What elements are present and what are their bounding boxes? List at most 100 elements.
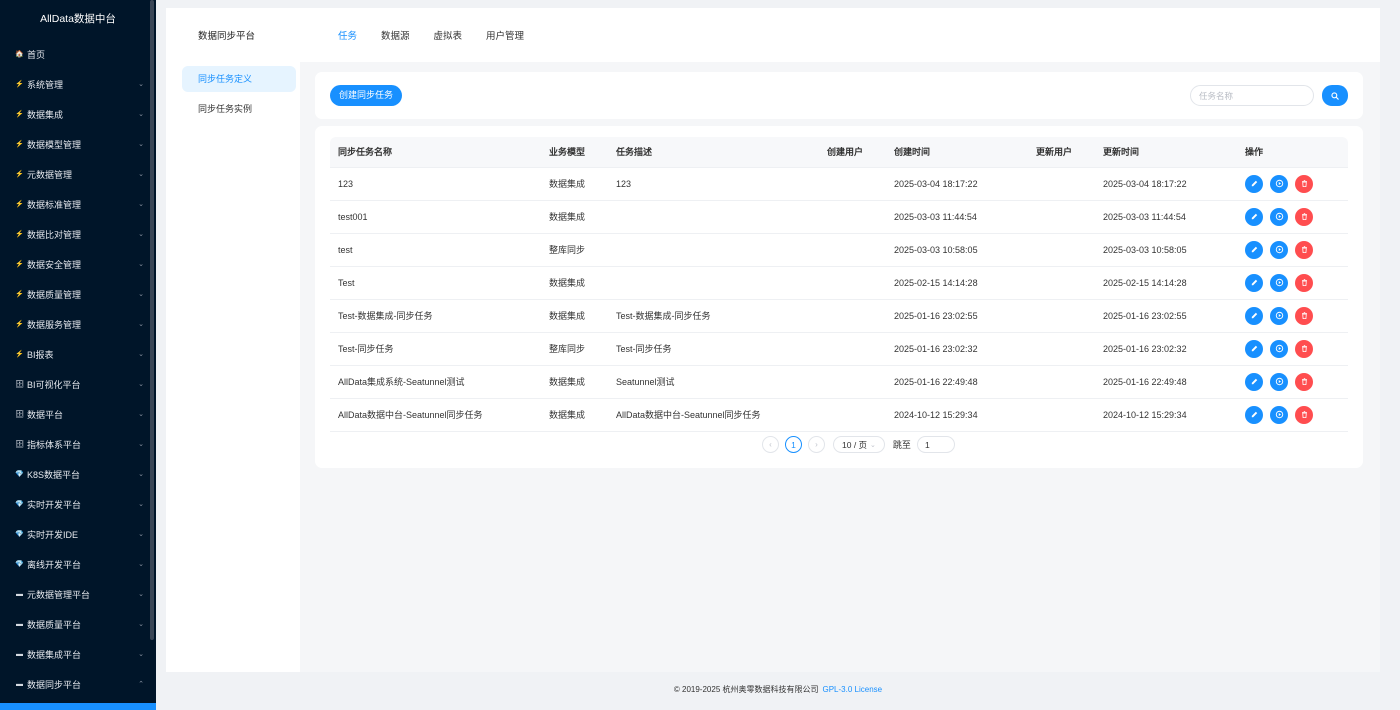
edit-button[interactable] xyxy=(1245,339,1263,358)
cell-creator xyxy=(819,167,886,201)
sidebar-item-15[interactable]: 💎 实时开发平台 ⌄ xyxy=(0,489,156,519)
cell-model: 数据集成 xyxy=(541,266,608,300)
sidebar-item-7[interactable]: ⚡ 数据安全管理 ⌄ xyxy=(0,249,156,279)
sidebar-item-19[interactable]: ▬ 数据质量平台 ⌄ xyxy=(0,609,156,639)
run-button[interactable] xyxy=(1270,405,1288,424)
run-button[interactable] xyxy=(1270,174,1288,193)
sidebar-item-5[interactable]: ⚡ 数据标准管理 ⌄ xyxy=(0,189,156,219)
sidebar-item-3[interactable]: ⚡ 数据模型管理 ⌄ xyxy=(0,129,156,159)
sidebar-item-21[interactable]: ▬ 数据同步平台 ⌃ xyxy=(0,669,156,699)
sidebar-item-14[interactable]: 💎 K8S数据平台 ⌄ xyxy=(0,459,156,489)
play-circle-icon xyxy=(1275,179,1283,188)
menu-icon: 💎 xyxy=(15,471,24,478)
page-size-select[interactable]: 10 / 页 ⌄ xyxy=(833,436,885,453)
edit-button[interactable] xyxy=(1245,372,1263,391)
edit-icon xyxy=(1251,180,1257,187)
cell-actions xyxy=(1237,398,1348,432)
run-button[interactable] xyxy=(1270,273,1288,292)
sidebar-item-6[interactable]: ⚡ 数据比对管理 ⌄ xyxy=(0,219,156,249)
task-name-search-input[interactable] xyxy=(1190,85,1314,106)
sidebar-item-13[interactable]: 🗄 指标体系平台 ⌄ xyxy=(0,429,156,459)
cell-creator xyxy=(819,299,886,333)
menu-icon: 🗄 xyxy=(15,411,24,418)
delete-button[interactable] xyxy=(1295,240,1313,259)
create-task-button[interactable]: 创建同步任务 xyxy=(330,85,403,106)
run-button[interactable] xyxy=(1270,339,1288,358)
delete-button[interactable] xyxy=(1295,174,1313,193)
cell-created: 2025-02-15 14:14:28 xyxy=(886,266,1028,300)
top-strip xyxy=(156,0,1400,8)
tab-3[interactable]: 用户管理 xyxy=(486,28,524,42)
edit-button[interactable] xyxy=(1245,240,1263,259)
search-button[interactable] xyxy=(1322,85,1348,106)
cell-model: 数据集成 xyxy=(541,299,608,333)
cell-desc xyxy=(608,266,819,300)
run-button[interactable] xyxy=(1270,240,1288,259)
edit-button[interactable] xyxy=(1245,405,1263,424)
footer-copyright: © 2019-2025 杭州奥零数据科技有限公司 xyxy=(673,685,819,694)
cell-name: test001 xyxy=(330,200,541,234)
jump-page-input[interactable] xyxy=(916,436,955,453)
menu-icon: ⚡ xyxy=(15,231,24,238)
run-button[interactable] xyxy=(1270,372,1288,391)
run-button[interactable] xyxy=(1270,207,1288,226)
cell-name: AllData数据中台-Seatunnel同步任务 xyxy=(330,398,541,432)
table-row: test 整库同步 2025-03-03 10:58:05 2025-03-03 10… xyxy=(330,233,1348,267)
delete-button[interactable] xyxy=(1295,405,1313,424)
row-actions xyxy=(1245,273,1348,292)
sidebar-item-11[interactable]: 🗄 BI可视化平台 ⌄ xyxy=(0,369,156,399)
cell-updated: 2025-02-15 14:14:28 xyxy=(1095,266,1237,300)
sidebar-item-16[interactable]: 💎 实时开发IDE ⌄ xyxy=(0,519,156,549)
chevron-down-icon: ⌄ xyxy=(870,441,876,449)
edit-button[interactable] xyxy=(1245,306,1263,325)
tab-2[interactable]: 虚拟表 xyxy=(434,28,463,42)
cell-model: 数据集成 xyxy=(541,200,608,234)
sidebar-item-12[interactable]: 🗄 数据平台 ⌄ xyxy=(0,399,156,429)
tab-0[interactable]: 任务 xyxy=(338,28,357,42)
delete-button[interactable] xyxy=(1295,273,1313,292)
sidebar-scrollbar[interactable] xyxy=(150,0,154,640)
sidebar-item-20[interactable]: ▬ 数据集成平台 ⌄ xyxy=(0,639,156,669)
next-page-button[interactable]: › xyxy=(808,436,825,453)
license-link[interactable]: GPL-3.0 License xyxy=(823,685,883,694)
sidebar-item-0[interactable]: 🏠 首页 xyxy=(0,39,156,69)
delete-button[interactable] xyxy=(1295,339,1313,358)
edit-icon xyxy=(1251,246,1257,253)
sidebar-item-8[interactable]: ⚡ 数据质量管理 ⌄ xyxy=(0,279,156,309)
cell-actions xyxy=(1237,167,1348,201)
page-number-button[interactable]: 1 xyxy=(785,436,802,453)
sidebar-item-10[interactable]: ⚡ BI报表 ⌄ xyxy=(0,339,156,369)
edit-button[interactable] xyxy=(1245,273,1263,292)
prev-page-button[interactable]: ‹ xyxy=(762,436,779,453)
trash-icon xyxy=(1301,213,1307,221)
chevron-icon: ⌄ xyxy=(138,471,144,478)
run-button[interactable] xyxy=(1270,306,1288,325)
sidebar-item-2[interactable]: ⚡ 数据集成 ⌄ xyxy=(0,99,156,129)
sidebar-item-9[interactable]: ⚡ 数据服务管理 ⌄ xyxy=(0,309,156,339)
menu-icon: ⚡ xyxy=(15,291,24,298)
submenu-item-1[interactable]: 同步任务实例 xyxy=(182,96,296,122)
delete-button[interactable] xyxy=(1295,207,1313,226)
edit-icon xyxy=(1251,411,1257,418)
search-card: 创建同步任务 xyxy=(315,72,1363,119)
sidebar-item-18[interactable]: ▬ 元数据管理平台 ⌄ xyxy=(0,579,156,609)
delete-button[interactable] xyxy=(1295,306,1313,325)
sidebar-item-17[interactable]: 💎 离线开发平台 ⌄ xyxy=(0,549,156,579)
sidebar-item-1[interactable]: ⚡ 系统管理 ⌄ xyxy=(0,69,156,99)
delete-button[interactable] xyxy=(1295,372,1313,391)
table-row: test001 数据集成 2025-03-03 11:44:54 2025-03-03… xyxy=(330,200,1348,234)
trash-icon xyxy=(1301,378,1307,386)
edit-button[interactable] xyxy=(1245,207,1263,226)
main-content: 创建同步任务 同步任务名称业务模型任务描述创建用户创建时间更新用户更新时间操作 … xyxy=(300,62,1380,672)
chevron-icon: ⌄ xyxy=(138,111,144,118)
edit-button[interactable] xyxy=(1245,174,1263,193)
play-circle-icon xyxy=(1275,311,1283,320)
tab-1[interactable]: 数据源 xyxy=(381,28,410,42)
sidebar-item-label: K8S数据平台 xyxy=(27,469,81,480)
submenu-item-0[interactable]: 同步任务定义 xyxy=(182,66,296,92)
cell-updater xyxy=(1028,299,1095,333)
sidebar-item-label: 数据模型管理 xyxy=(27,139,82,150)
sidebar-item-4[interactable]: ⚡ 元数据管理 ⌄ xyxy=(0,159,156,189)
menu-icon: ▬ xyxy=(16,590,23,598)
menu-icon: 💎 xyxy=(15,501,24,508)
